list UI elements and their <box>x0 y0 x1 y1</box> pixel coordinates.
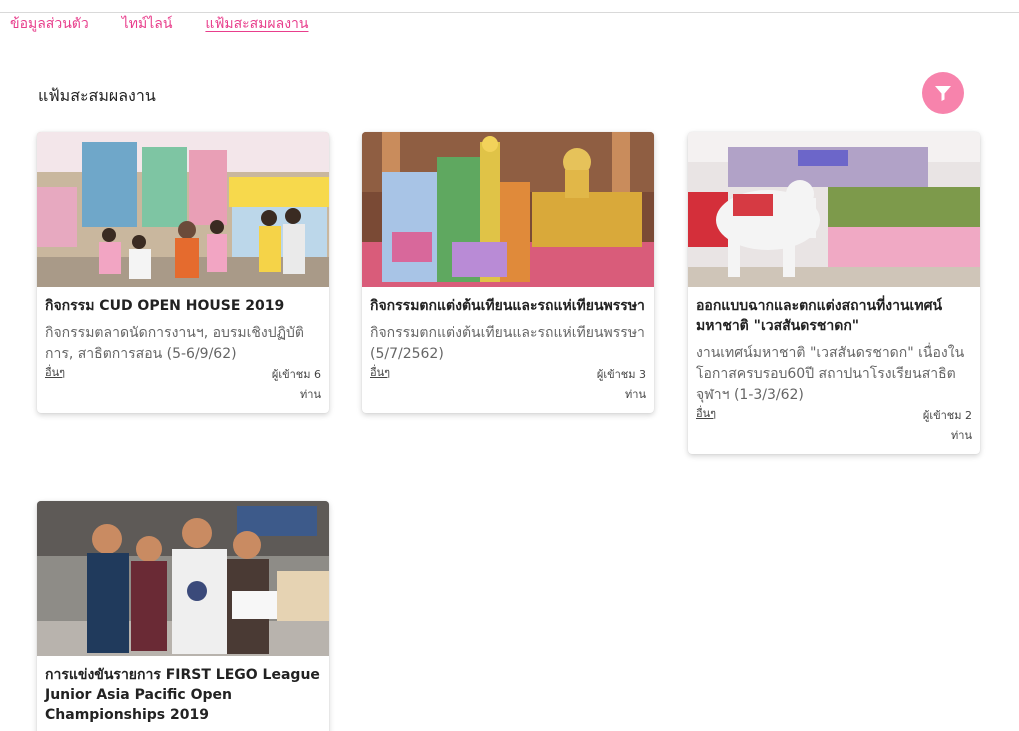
view-count: ผู้เข้าชม 3 ท่าน <box>576 365 646 405</box>
more-link[interactable]: อื่นๆ <box>45 365 65 381</box>
card-title: กิจกรรม CUD OPEN HOUSE 2019 <box>45 298 285 314</box>
view-count-unit: ท่าน <box>951 429 972 442</box>
card-description: งานเทศน์มหาชาติ "เวสสันดรชาดก" เนื่องในโ… <box>696 345 965 403</box>
card-title: กิจกรรมตกแต่งต้นเทียนและรถแห่เทียนพรรษา <box>370 298 645 314</box>
view-count-unit: ท่าน <box>300 388 321 401</box>
card-image-vessantara-stage <box>688 132 980 287</box>
tab-timeline[interactable]: ไทม์ไลน์ <box>122 13 173 35</box>
card-description: กิจกรรมตลาดนัดการงานฯ, อบรมเชิงปฏิบัติกา… <box>45 325 305 362</box>
view-count: ผู้เข้าชม 2 ท่าน <box>902 406 972 446</box>
card-title: การแข่งขันรายการ FIRST LEGO League Junio… <box>45 667 320 723</box>
view-count-label: ผู้เข้าชม 6 <box>271 368 321 381</box>
view-count-unit: ท่าน <box>625 388 646 401</box>
portfolio-card[interactable]: กิจกรรม CUD OPEN HOUSE 2019 กิจกรรมตลาดน… <box>37 132 329 413</box>
profile-tabs: ข้อมูลส่วนตัว ไทม์ไลน์ แฟ้มสะสมผลงาน <box>10 13 308 35</box>
filter-icon <box>935 86 951 101</box>
tab-personal-info[interactable]: ข้อมูลส่วนตัว <box>10 13 89 35</box>
card-image-open-house <box>37 132 329 287</box>
more-link[interactable]: อื่นๆ <box>370 365 390 381</box>
view-count-label: ผู้เข้าชม 3 <box>596 368 646 381</box>
filter-button[interactable] <box>922 72 964 114</box>
page-title: แฟ้มสะสมผลงาน <box>38 86 156 105</box>
portfolio-card[interactable]: กิจกรรมตกแต่งต้นเทียนและรถแห่เทียนพรรษา … <box>362 132 654 413</box>
view-count: ผู้เข้าชม 6 ท่าน <box>251 365 321 405</box>
card-description: กิจกรรมตกแต่งต้นเทียนและรถแห่เทียนพรรษา … <box>370 325 645 362</box>
portfolio-card[interactable]: ออกแบบฉากและตกแต่งสถานที่งานเทศน์มหาชาติ… <box>688 132 980 454</box>
more-link[interactable]: อื่นๆ <box>696 406 716 422</box>
card-image-lego-league <box>37 501 329 656</box>
card-title: ออกแบบฉากและตกแต่งสถานที่งานเทศน์มหาชาติ… <box>696 298 943 334</box>
card-image-candle-festival <box>362 132 654 287</box>
tab-portfolio[interactable]: แฟ้มสะสมผลงาน <box>205 13 308 35</box>
view-count-label: ผู้เข้าชม 2 <box>922 409 972 422</box>
portfolio-card[interactable]: การแข่งขันรายการ FIRST LEGO League Junio… <box>37 501 329 731</box>
